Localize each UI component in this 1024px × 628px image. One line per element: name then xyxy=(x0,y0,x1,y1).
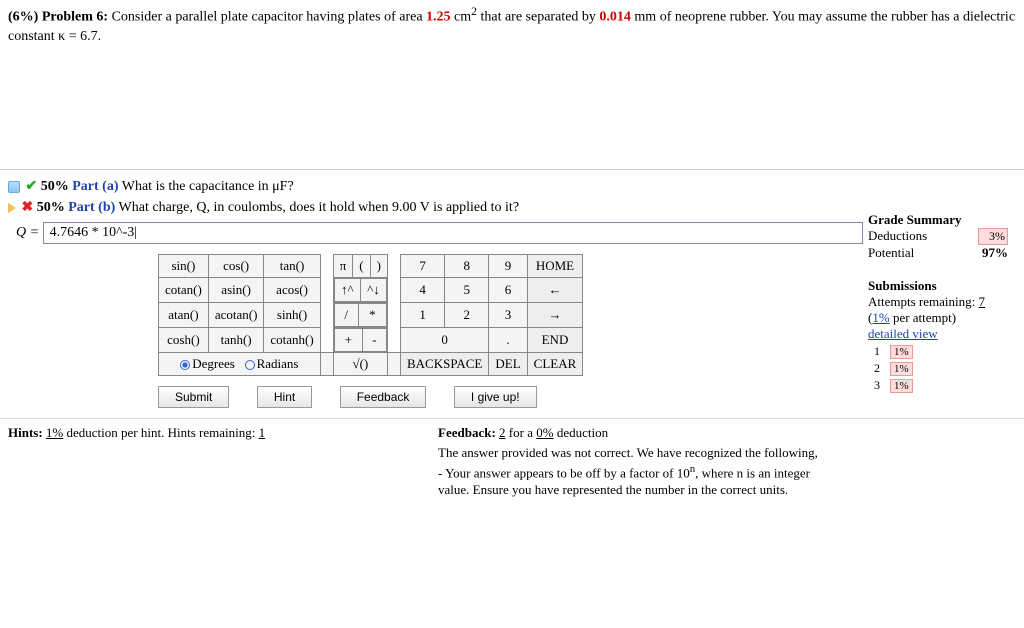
key-3[interactable]: 3 xyxy=(489,303,527,328)
key-sqrt[interactable]: √() xyxy=(333,353,387,376)
key-backspace[interactable]: BACKSPACE xyxy=(400,353,488,376)
key-star[interactable]: * xyxy=(358,304,386,327)
fn-cotan[interactable]: cotan() xyxy=(159,278,209,303)
separation-value: 0.014 xyxy=(599,10,631,25)
fn-asin[interactable]: asin() xyxy=(208,278,264,303)
key-clear[interactable]: CLEAR xyxy=(527,353,583,376)
key-sup-up[interactable]: ↑^ xyxy=(334,279,360,302)
problem-text: Consider a parallel plate capacitor havi… xyxy=(112,10,426,25)
submission-history: 11% 21% 31% xyxy=(868,342,919,395)
check-icon: ✔ xyxy=(26,179,38,194)
key-sup-dn[interactable]: ^↓ xyxy=(360,279,386,302)
answer-input[interactable]: 4.7646 * 10^-3| xyxy=(43,222,863,244)
fn-cos[interactable]: cos() xyxy=(208,255,264,278)
grade-summary: Grade Summary Deductions3% Potential97% xyxy=(868,212,1008,261)
key-7[interactable]: 7 xyxy=(400,255,444,278)
feedback-message: The answer provided was not correct. We … xyxy=(438,441,818,511)
key-4[interactable]: 4 xyxy=(400,278,444,303)
key-left[interactable]: ← xyxy=(527,278,583,303)
problem-statement: (6%) Problem 6: Consider a parallel plat… xyxy=(0,0,1024,170)
giveup-button[interactable]: I give up! xyxy=(454,386,537,408)
fn-sinh[interactable]: sinh() xyxy=(264,303,320,328)
hints-feedback-row: Hints: 1% deduction per hint. Hints rema… xyxy=(0,418,1024,517)
key-0[interactable]: 0 xyxy=(400,328,488,353)
fn-cosh[interactable]: cosh() xyxy=(159,328,209,353)
expand-icon[interactable] xyxy=(8,181,20,193)
grade-summary-title: Grade Summary xyxy=(868,212,962,227)
key-6[interactable]: 6 xyxy=(489,278,527,303)
hint-cost: 1% xyxy=(46,425,63,440)
detailed-view-link[interactable]: detailed view xyxy=(868,326,938,341)
hint-button[interactable]: Hint xyxy=(257,386,312,408)
key-dot[interactable]: . xyxy=(489,328,527,353)
fn-tan[interactable]: tan() xyxy=(264,255,320,278)
fn-acotan[interactable]: acotan() xyxy=(208,303,264,328)
potential-value: 97% xyxy=(982,245,1008,261)
key-8[interactable]: 8 xyxy=(445,255,489,278)
problem-title: Problem 6: xyxy=(42,10,108,25)
part-b-question: What charge, Q, in coulombs, does it hol… xyxy=(119,200,520,215)
keypad: sin() cos() tan() π ( ) 7 8 9 HOME cotan… xyxy=(158,254,878,408)
key-9[interactable]: 9 xyxy=(489,255,527,278)
key-end[interactable]: END xyxy=(527,328,583,353)
key-del[interactable]: DEL xyxy=(489,353,527,376)
action-buttons: Submit Hint Feedback I give up! xyxy=(158,386,878,408)
fn-atan[interactable]: atan() xyxy=(159,303,209,328)
answer-variable: Q = xyxy=(16,225,39,240)
per-attempt-link[interactable]: 1% xyxy=(872,310,889,325)
degrees-radio[interactable] xyxy=(180,360,190,370)
fn-cotanh[interactable]: cotanh() xyxy=(264,328,320,353)
key-minus[interactable]: - xyxy=(362,329,386,352)
key-slash[interactable]: / xyxy=(334,304,358,327)
part-a-question: What is the capacitance in μF? xyxy=(122,179,294,194)
key-1[interactable]: 1 xyxy=(400,303,444,328)
submit-button[interactable]: Submit xyxy=(158,386,229,408)
radians-radio[interactable] xyxy=(245,360,255,370)
key-2[interactable]: 2 xyxy=(445,303,489,328)
problem-weight: (6%) xyxy=(8,10,38,25)
fn-acos[interactable]: acos() xyxy=(264,278,320,303)
key-plus[interactable]: + xyxy=(334,329,362,352)
angle-mode: Degrees Radians xyxy=(159,353,321,376)
part-a-row[interactable]: ✔ 50% Part (a) What is the capacitance i… xyxy=(8,176,1016,197)
deductions-value: 3% xyxy=(978,228,1008,245)
current-arrow-icon xyxy=(8,203,16,213)
answer-row: Q = 4.7646 * 10^-3| xyxy=(8,218,1016,254)
submissions-title: Submissions xyxy=(868,278,937,293)
part-b-row[interactable]: ✖ 50% Part (b) What charge, Q, in coulom… xyxy=(8,197,1016,218)
attempts-remaining: 7 xyxy=(978,294,985,309)
fn-sin[interactable]: sin() xyxy=(159,255,209,278)
key-home[interactable]: HOME xyxy=(527,255,583,278)
key-pi[interactable]: π xyxy=(333,255,353,278)
fn-tanh[interactable]: tanh() xyxy=(208,328,264,353)
parts-list: ✔ 50% Part (a) What is the capacitance i… xyxy=(0,170,1024,218)
feedback-cost: 0% xyxy=(536,425,553,440)
key-5[interactable]: 5 xyxy=(445,278,489,303)
x-icon: ✖ xyxy=(22,200,34,215)
feedback-button[interactable]: Feedback xyxy=(340,386,427,408)
key-rparen[interactable]: ) xyxy=(370,255,387,278)
key-right[interactable]: → xyxy=(527,303,583,328)
area-value: 1.25 xyxy=(426,10,451,25)
hints-remaining: 1 xyxy=(259,425,266,440)
key-lparen[interactable]: ( xyxy=(353,255,370,278)
submissions-panel: Submissions Attempts remaining: 7 (1% pe… xyxy=(868,278,1008,395)
